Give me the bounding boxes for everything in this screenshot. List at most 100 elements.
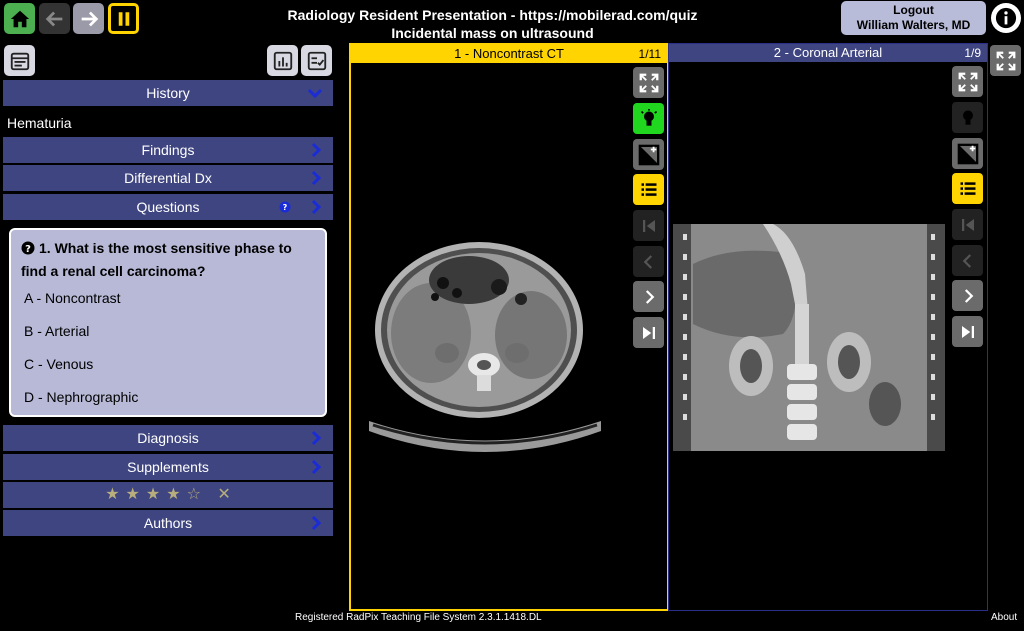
coronal-ct-image[interactable] bbox=[673, 224, 945, 451]
viewer-1-fullscreen-button[interactable] bbox=[633, 67, 664, 98]
viewer-1-series-list-button[interactable] bbox=[633, 174, 664, 205]
chevron-left-icon bbox=[643, 254, 652, 269]
findings-section-header[interactable]: Findings bbox=[3, 137, 333, 163]
supplements-section-header[interactable]: Supplements bbox=[3, 454, 333, 480]
authors-section-header[interactable]: Authors bbox=[3, 510, 333, 536]
about-link[interactable]: About bbox=[991, 612, 1017, 623]
forward-button[interactable] bbox=[73, 3, 104, 34]
viewer-2-light-button[interactable] bbox=[952, 102, 983, 133]
contrast-icon bbox=[957, 143, 978, 164]
star-rating[interactable]: ★★★★☆ bbox=[105, 486, 207, 503]
viewer-2-label: 2 - Coronal Arterial bbox=[773, 45, 883, 60]
svg-text:?: ? bbox=[25, 244, 31, 255]
question-label: 1. What is the most sensitive phase to f… bbox=[21, 240, 292, 279]
authors-label: Authors bbox=[143, 515, 193, 531]
option-a[interactable]: A - Noncontrast bbox=[24, 290, 121, 306]
questions-section-header[interactable]: Questions ? bbox=[3, 194, 333, 220]
axial-ct-image[interactable] bbox=[359, 235, 611, 465]
skip-first-icon bbox=[961, 218, 974, 231]
chart-button[interactable] bbox=[267, 45, 298, 76]
question-card: ? 1. What is the most sensitive phase to… bbox=[9, 228, 327, 417]
expand-icon bbox=[639, 73, 658, 92]
viewer-2-window-level-button[interactable] bbox=[952, 138, 983, 169]
viewer-1[interactable]: 1 - Noncontrast CT 1/11 bbox=[349, 43, 669, 611]
viewer-2[interactable]: 2 - Coronal Arterial 1/9 bbox=[668, 43, 988, 611]
chevron-right-icon bbox=[645, 289, 654, 304]
viewer-1-count: 1/11 bbox=[638, 47, 661, 61]
pause-button[interactable] bbox=[108, 3, 139, 34]
home-icon bbox=[10, 10, 29, 27]
viewer-1-last-button[interactable] bbox=[633, 317, 664, 348]
differential-section-header[interactable]: Differential Dx bbox=[3, 165, 333, 191]
viewer-1-window-level-button[interactable] bbox=[633, 139, 664, 170]
contrast-icon bbox=[638, 144, 659, 165]
question-text: ? 1. What is the most sensitive phase to… bbox=[21, 238, 321, 282]
viewer-1-prev-button[interactable] bbox=[633, 246, 664, 277]
checklist-icon bbox=[307, 51, 326, 70]
question-icon: ? bbox=[21, 240, 35, 261]
viewer-1-next-button[interactable] bbox=[633, 281, 664, 312]
expand-icon bbox=[996, 51, 1015, 70]
arrow-right-icon bbox=[81, 11, 98, 26]
viewer-2-series-list-button[interactable] bbox=[952, 173, 983, 204]
clear-rating-icon[interactable]: ✕ bbox=[217, 486, 230, 503]
title-line-1: Radiology Resident Presentation - https:… bbox=[287, 7, 698, 23]
list-icon bbox=[960, 181, 975, 195]
history-label: History bbox=[146, 85, 190, 101]
history-section-header[interactable]: History bbox=[3, 80, 333, 106]
expand-icon bbox=[958, 72, 977, 91]
global-fullscreen-button[interactable] bbox=[990, 45, 1021, 76]
viewer-1-header: 1 - Noncontrast CT 1/11 bbox=[351, 45, 667, 63]
viewer-2-fullscreen-button[interactable] bbox=[952, 66, 983, 97]
logout-button[interactable]: Logout William Walters, MD bbox=[841, 1, 986, 35]
top-bar: Radiology Resident Presentation - https:… bbox=[0, 0, 1024, 42]
diagnosis-section-header[interactable]: Diagnosis bbox=[3, 425, 333, 451]
calendar-button[interactable] bbox=[4, 45, 35, 76]
viewer-1-label: 1 - Noncontrast CT bbox=[454, 46, 564, 61]
viewer-1-light-button[interactable] bbox=[633, 103, 664, 134]
question-circle-icon: ? bbox=[279, 194, 291, 228]
pause-icon bbox=[118, 11, 129, 26]
user-name: William Walters, MD bbox=[856, 18, 971, 32]
viewer-2-prev-button[interactable] bbox=[952, 245, 983, 276]
supplements-label: Supplements bbox=[127, 459, 209, 475]
list-icon bbox=[641, 182, 656, 196]
option-d[interactable]: D - Nephrographic bbox=[24, 389, 138, 405]
info-icon bbox=[995, 7, 1017, 29]
viewer-2-count: 1/9 bbox=[964, 46, 981, 60]
chevron-right-icon bbox=[964, 288, 973, 303]
calendar-icon bbox=[10, 52, 29, 70]
chevron-right-icon bbox=[309, 510, 323, 544]
logout-label: Logout bbox=[893, 3, 934, 17]
viewer-2-header: 2 - Coronal Arterial 1/9 bbox=[669, 44, 987, 62]
back-button[interactable] bbox=[39, 3, 70, 34]
viewer-2-first-button[interactable] bbox=[952, 209, 983, 240]
viewer-2-last-button[interactable] bbox=[952, 316, 983, 347]
skip-last-icon bbox=[961, 325, 974, 338]
history-text: Hematuria bbox=[7, 115, 72, 131]
viewer-1-first-button[interactable] bbox=[633, 210, 664, 241]
arrow-left-icon bbox=[45, 11, 62, 26]
chevron-down-icon bbox=[307, 80, 323, 114]
presentation-title: Radiology Resident Presentation - https:… bbox=[240, 6, 745, 42]
diagnosis-label: Diagnosis bbox=[137, 430, 199, 446]
skip-last-icon bbox=[642, 326, 655, 339]
questions-label: Questions bbox=[136, 199, 200, 215]
info-button[interactable] bbox=[991, 3, 1021, 33]
lightbulb-icon bbox=[962, 110, 973, 125]
skip-first-icon bbox=[642, 219, 655, 232]
bar-chart-icon bbox=[273, 51, 292, 70]
chevron-right-icon bbox=[309, 194, 323, 228]
registration-text: Registered RadPix Teaching File System 2… bbox=[295, 612, 542, 623]
findings-label: Findings bbox=[141, 142, 195, 158]
option-c[interactable]: C - Venous bbox=[24, 356, 93, 372]
rating-bar[interactable]: ★★★★☆ ✕ bbox=[3, 482, 333, 508]
lightbulb-icon bbox=[640, 108, 657, 126]
chevron-left-icon bbox=[962, 253, 971, 268]
differential-label: Differential Dx bbox=[124, 170, 212, 186]
option-b[interactable]: B - Arterial bbox=[24, 323, 89, 339]
title-line-2: Incidental mass on ultrasound bbox=[391, 25, 594, 41]
home-button[interactable] bbox=[4, 3, 35, 34]
checklist-button[interactable] bbox=[301, 45, 332, 76]
viewer-2-next-button[interactable] bbox=[952, 280, 983, 311]
